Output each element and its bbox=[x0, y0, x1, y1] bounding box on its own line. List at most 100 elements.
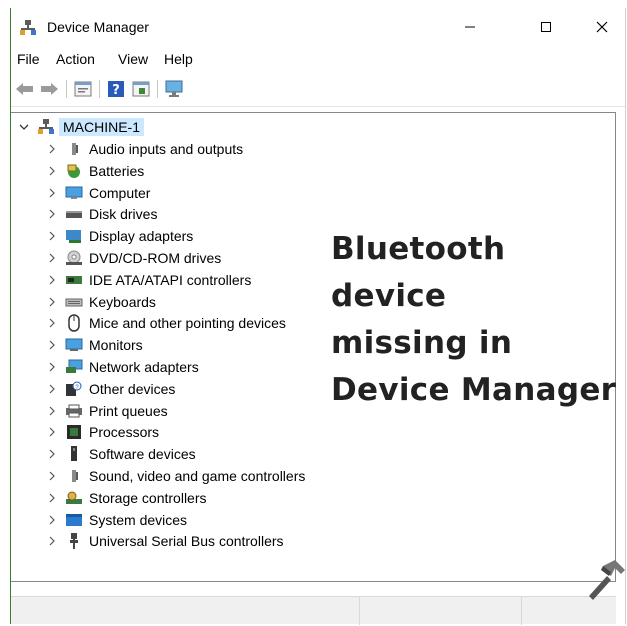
system-devices-icon bbox=[65, 511, 83, 529]
tree-item[interactable]: IDE ATA/ATAPI controllers bbox=[45, 270, 251, 290]
tree-item-label[interactable]: Monitors bbox=[89, 337, 143, 353]
tree-item-label[interactable]: Storage controllers bbox=[89, 490, 207, 506]
tree-item-label[interactable]: Processors bbox=[89, 424, 159, 440]
tree-item-label[interactable]: Audio inputs and outputs bbox=[89, 141, 243, 157]
chevron-down-icon[interactable] bbox=[17, 120, 31, 134]
tree-item[interactable]: Monitors bbox=[45, 335, 143, 355]
background-edge bbox=[0, 0, 10, 626]
menu-action[interactable]: Action bbox=[56, 51, 95, 67]
help-icon[interactable]: ? bbox=[106, 79, 126, 99]
tree-root[interactable]: MACHINE-1 bbox=[17, 117, 145, 137]
dvd-drive-icon bbox=[65, 249, 83, 267]
device-manager-window: Device Manager File Action View Help ? M… bbox=[10, 8, 627, 625]
chevron-right-icon[interactable] bbox=[45, 513, 59, 527]
chevron-right-icon[interactable] bbox=[45, 229, 59, 243]
overlay-caption: Bluetooth device missing in Device Manag… bbox=[331, 226, 627, 414]
tree-item[interactable]: Display adapters bbox=[45, 226, 193, 246]
tree-item[interactable]: Disk drives bbox=[45, 204, 157, 224]
chevron-right-icon[interactable] bbox=[45, 316, 59, 330]
scan-hardware-icon[interactable] bbox=[164, 79, 184, 99]
tree-item-label[interactable]: IDE ATA/ATAPI controllers bbox=[89, 272, 251, 288]
chevron-right-icon[interactable] bbox=[45, 425, 59, 439]
tree-item[interactable]: ? Other devices bbox=[45, 379, 175, 399]
minimize-button[interactable] bbox=[447, 8, 493, 46]
menu-help[interactable]: Help bbox=[164, 51, 193, 67]
tree-item[interactable]: Audio inputs and outputs bbox=[45, 139, 243, 159]
chevron-right-icon[interactable] bbox=[45, 273, 59, 287]
tree-item[interactable]: Print queues bbox=[45, 401, 168, 421]
chevron-right-icon[interactable] bbox=[45, 491, 59, 505]
status-divider bbox=[521, 597, 522, 625]
tree-item-label[interactable]: Print queues bbox=[89, 403, 168, 419]
chevron-right-icon[interactable] bbox=[45, 382, 59, 396]
overlay-line: Bluetooth bbox=[331, 231, 506, 267]
menu-file[interactable]: File bbox=[17, 51, 40, 67]
battery-icon bbox=[65, 162, 83, 180]
toolbar-separator bbox=[157, 80, 158, 98]
computer-icon bbox=[65, 184, 83, 202]
chevron-right-icon[interactable] bbox=[45, 447, 59, 461]
tree-item[interactable]: Keyboards bbox=[45, 292, 156, 312]
tree-item-label[interactable]: Batteries bbox=[89, 163, 144, 179]
root-node-label[interactable]: MACHINE-1 bbox=[59, 118, 145, 136]
tree-item[interactable]: Universal Serial Bus controllers bbox=[45, 531, 284, 551]
tree-item-label[interactable]: Other devices bbox=[89, 381, 175, 397]
status-bar bbox=[11, 596, 616, 625]
tree-item-label[interactable]: DVD/CD-ROM drives bbox=[89, 250, 221, 266]
chevron-right-icon[interactable] bbox=[45, 207, 59, 221]
chevron-right-icon[interactable] bbox=[45, 251, 59, 265]
tree-item[interactable]: Computer bbox=[45, 183, 150, 203]
chevron-right-icon[interactable] bbox=[45, 164, 59, 178]
tree-item[interactable]: Batteries bbox=[45, 161, 144, 181]
tree-item[interactable]: Software devices bbox=[45, 444, 196, 464]
tree-item-label[interactable]: Display adapters bbox=[89, 228, 193, 244]
tree-item[interactable]: Storage controllers bbox=[45, 488, 207, 508]
maximize-button[interactable] bbox=[523, 8, 569, 46]
toolbar-separator bbox=[99, 80, 100, 98]
tree-item[interactable]: Sound, video and game controllers bbox=[45, 466, 305, 486]
toolbar: ? bbox=[11, 72, 625, 107]
close-button[interactable] bbox=[579, 8, 625, 46]
tree-item-label[interactable]: Mice and other pointing devices bbox=[89, 315, 286, 331]
tree-item-label[interactable]: Network adapters bbox=[89, 359, 199, 375]
overlay-line: Device Manager bbox=[331, 372, 617, 408]
forward-arrow-icon[interactable] bbox=[39, 79, 59, 99]
tree-item[interactable]: Processors bbox=[45, 422, 159, 442]
tree-item-label[interactable]: Keyboards bbox=[89, 294, 156, 310]
tree-item-label[interactable]: Universal Serial Bus controllers bbox=[89, 533, 284, 549]
chevron-right-icon[interactable] bbox=[45, 186, 59, 200]
tree-item[interactable]: Network adapters bbox=[45, 357, 199, 377]
tree-item-label[interactable]: Software devices bbox=[89, 446, 196, 462]
tree-item[interactable]: DVD/CD-ROM drives bbox=[45, 248, 221, 268]
usb-icon bbox=[65, 532, 83, 550]
chevron-right-icon[interactable] bbox=[45, 469, 59, 483]
chevron-right-icon[interactable] bbox=[45, 534, 59, 548]
chevron-right-icon[interactable] bbox=[45, 338, 59, 352]
chevron-right-icon[interactable] bbox=[45, 404, 59, 418]
overlay-line: device bbox=[331, 278, 447, 314]
chevron-right-icon[interactable] bbox=[45, 295, 59, 309]
tree-item[interactable]: Mice and other pointing devices bbox=[45, 313, 286, 333]
menu-view[interactable]: View bbox=[118, 51, 148, 67]
title-bar[interactable]: Device Manager bbox=[11, 8, 625, 46]
speaker-icon bbox=[65, 140, 83, 158]
tree-item[interactable]: System devices bbox=[45, 510, 187, 530]
tree-item-label[interactable]: Computer bbox=[89, 185, 150, 201]
hammer-icon bbox=[581, 556, 627, 604]
properties-icon[interactable] bbox=[73, 79, 93, 99]
toolbar-separator bbox=[66, 80, 67, 98]
printer-icon bbox=[65, 402, 83, 420]
sound-controller-icon bbox=[65, 467, 83, 485]
tree-item-label[interactable]: System devices bbox=[89, 512, 187, 528]
mouse-icon bbox=[65, 314, 83, 333]
processor-icon bbox=[65, 423, 83, 441]
chevron-right-icon[interactable] bbox=[45, 142, 59, 156]
update-driver-icon[interactable] bbox=[131, 79, 151, 99]
back-arrow-icon[interactable] bbox=[15, 79, 35, 99]
tree-item-label[interactable]: Disk drives bbox=[89, 206, 157, 222]
tree-item-label[interactable]: Sound, video and game controllers bbox=[89, 468, 305, 484]
window-title: Device Manager bbox=[47, 19, 149, 35]
chevron-right-icon[interactable] bbox=[45, 360, 59, 374]
other-devices-icon: ? bbox=[65, 380, 83, 398]
disk-drive-icon bbox=[65, 205, 83, 223]
